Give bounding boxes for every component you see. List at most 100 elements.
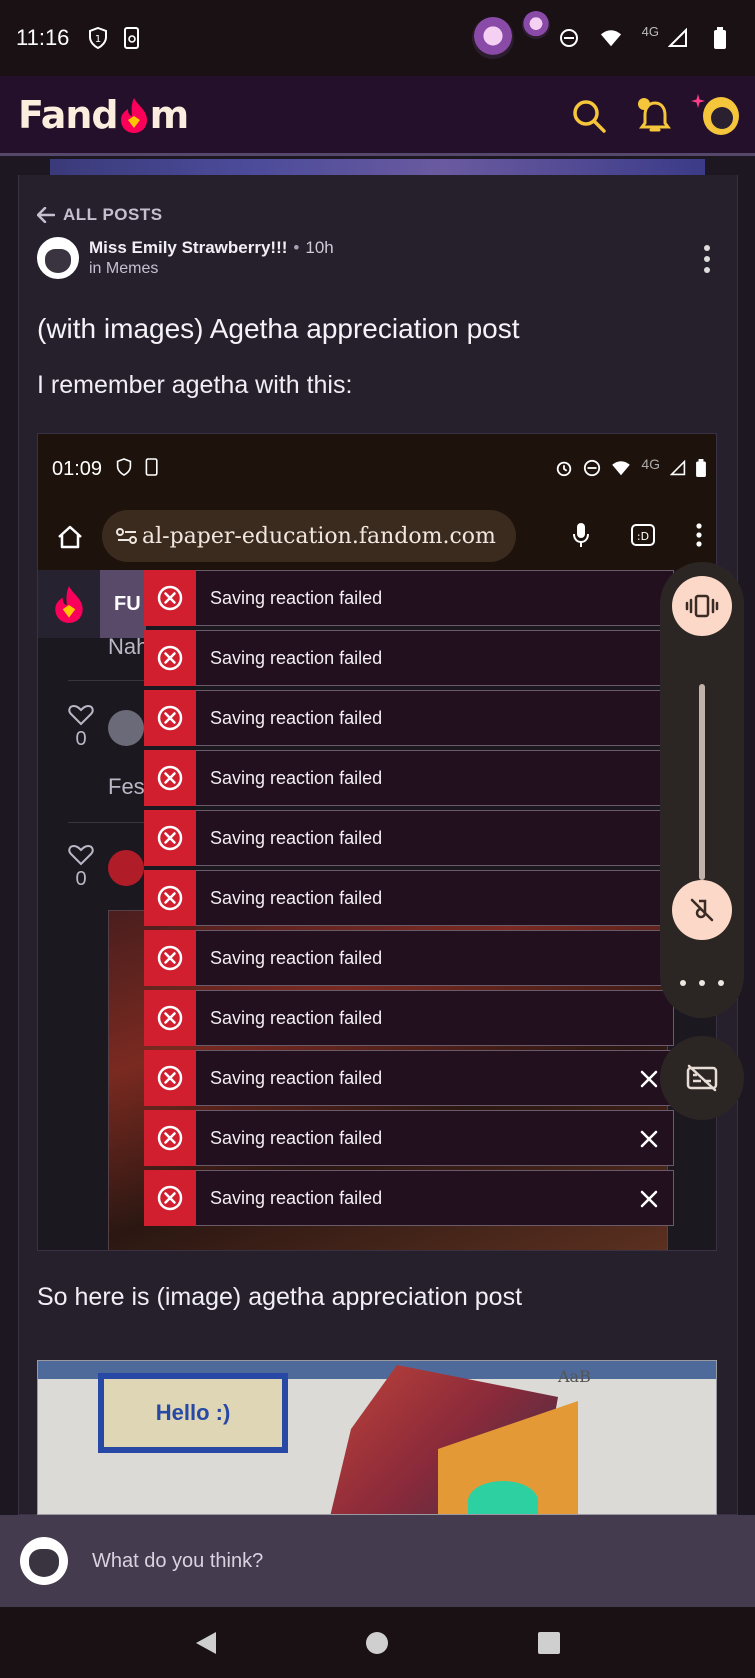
error-toast: Saving reaction failed — [144, 990, 674, 1046]
error-toast: Saving reaction failed — [144, 690, 674, 746]
toast-message: Saving reaction failed — [210, 707, 383, 728]
more-vert-icon[interactable] — [701, 245, 713, 273]
toast-message: Saving reaction failed — [210, 647, 383, 668]
embedded-site: FU Nah 0 Fes 0 Saving reaction failed Sa… — [38, 570, 716, 1250]
toast-message: Saving reaction failed — [210, 1187, 383, 1208]
bell-icon[interactable] — [637, 98, 673, 134]
logo-text-suffix: m — [149, 92, 190, 137]
toast-message: Saving reaction failed — [210, 1007, 383, 1028]
error-x-icon — [144, 870, 196, 926]
error-x-icon — [144, 570, 196, 626]
signal-icon — [667, 27, 689, 49]
post-image[interactable]: Hello :) AaB — [37, 1360, 717, 1515]
error-toast: Saving reaction failed — [144, 930, 674, 986]
error-x-icon — [144, 630, 196, 686]
embedded-commenter-avatar — [108, 710, 144, 746]
toast-message: Saving reaction failed — [210, 587, 383, 608]
vpn-shield-icon: 1 — [87, 27, 109, 49]
all-posts-link[interactable]: ALL POSTS — [37, 205, 163, 225]
image-character-face — [468, 1481, 538, 1514]
post-intro: I remember agetha with this: — [37, 371, 353, 399]
embedded-signal-icon — [669, 459, 686, 479]
embedded-alarm-icon — [555, 459, 573, 480]
error-toast: Saving reaction failed — [144, 1110, 674, 1166]
post-card: ALL POSTS Miss Emily Strawberry!!! • 10h i… — [18, 175, 738, 1515]
error-toast: Saving reaction failed — [144, 870, 674, 926]
error-toast: Saving reaction failed — [144, 750, 674, 806]
embedded-url-field: al-paper-education.fandom.com — [102, 510, 516, 562]
community-banner — [50, 159, 705, 175]
embedded-screenshot[interactable]: 01:09 4G al-paper-education.fandom.com:… — [37, 433, 717, 1251]
error-toast: Saving reaction failed — [144, 1170, 674, 1226]
error-x-icon — [144, 930, 196, 986]
toast-message: Saving reaction failed — [210, 887, 383, 908]
author-name[interactable]: Miss Emily Strawberry!!! — [89, 238, 287, 257]
embedded-like-2: 0 — [64, 844, 98, 891]
battery-icon — [709, 27, 731, 49]
embedded-time: 01:09 — [52, 457, 103, 480]
post-time: 10h — [305, 238, 334, 257]
vibrate-icon[interactable] — [672, 576, 732, 636]
user-avatar[interactable] — [691, 94, 739, 135]
embedded-tab: FU — [100, 570, 146, 638]
avatar — [703, 97, 739, 135]
browser-menu-icon — [696, 522, 702, 552]
image-dialog: Hello :) — [98, 1373, 288, 1453]
site-settings-icon — [116, 528, 137, 544]
toast-message: Saving reaction failed — [210, 1127, 383, 1148]
status-right: 4G — [471, 0, 743, 76]
error-x-icon — [144, 750, 196, 806]
embedded-browser-tools: :D — [572, 504, 702, 570]
toast-message: Saving reaction failed — [210, 767, 383, 788]
logo-text-prefix: Fand — [18, 92, 119, 137]
volume-slider[interactable] — [699, 684, 705, 880]
comment-composer — [0, 1515, 755, 1607]
volume-panel — [660, 562, 744, 1018]
embedded-status-bar: 01:09 4G — [38, 434, 716, 504]
volume-more-icon[interactable] — [680, 976, 724, 990]
mute-icon[interactable] — [672, 880, 732, 940]
recents-nav-icon[interactable] — [529, 1623, 569, 1663]
fandom-logo[interactable]: Fand m — [18, 92, 190, 137]
back-nav-icon[interactable] — [186, 1623, 226, 1663]
embedded-shield-icon — [116, 457, 132, 481]
error-x-icon — [144, 1170, 196, 1226]
all-posts-label: ALL POSTS — [63, 205, 163, 224]
error-x-icon — [144, 810, 196, 866]
network-type: 4G — [641, 23, 659, 39]
home-nav-icon[interactable] — [357, 1623, 397, 1663]
close-icon — [637, 1067, 661, 1091]
error-x-icon — [144, 1050, 196, 1106]
error-toast: Saving reaction failed — [144, 810, 674, 866]
embedded-url-bar: al-paper-education.fandom.com :D — [38, 504, 716, 570]
close-icon — [637, 1127, 661, 1151]
toast-message: Saving reaction failed — [210, 827, 383, 848]
wifi-icon — [600, 27, 622, 49]
captions-off-icon[interactable] — [660, 1036, 744, 1120]
comment-input[interactable] — [92, 1549, 692, 1573]
toast-message: Saving reaction failed — [210, 1067, 383, 1088]
fandom-flame-icon — [119, 96, 149, 134]
search-icon[interactable] — [571, 98, 607, 134]
embedded-fandom-logo-icon — [38, 570, 100, 638]
error-toast: Saving reaction failed — [144, 630, 674, 686]
composer-avatar — [20, 1537, 68, 1585]
sticker-icon — [471, 17, 514, 59]
embedded-like-1: 0 — [64, 704, 98, 751]
close-icon — [637, 1187, 661, 1211]
heart-icon — [68, 844, 94, 866]
embedded-status-right: 4G — [555, 434, 706, 504]
embedded-battery-icon — [696, 458, 706, 480]
author-avatar[interactable] — [37, 237, 79, 279]
post-category[interactable]: in Memes — [89, 260, 334, 278]
back-arrow-icon — [37, 207, 55, 223]
embedded-like-1-count: 0 — [75, 728, 87, 750]
embedded-comment-1-text: Nah — [108, 634, 149, 659]
author-line: Miss Emily Strawberry!!! • 10h — [89, 238, 334, 258]
home-icon — [50, 517, 90, 557]
post-title: (with images) Agetha appreciation post — [37, 313, 520, 344]
header-actions — [571, 76, 739, 156]
image-corner-text: AaB — [558, 1367, 591, 1386]
author-meta: Miss Emily Strawberry!!! • 10h in Memes — [89, 238, 334, 278]
error-x-icon — [144, 1110, 196, 1166]
